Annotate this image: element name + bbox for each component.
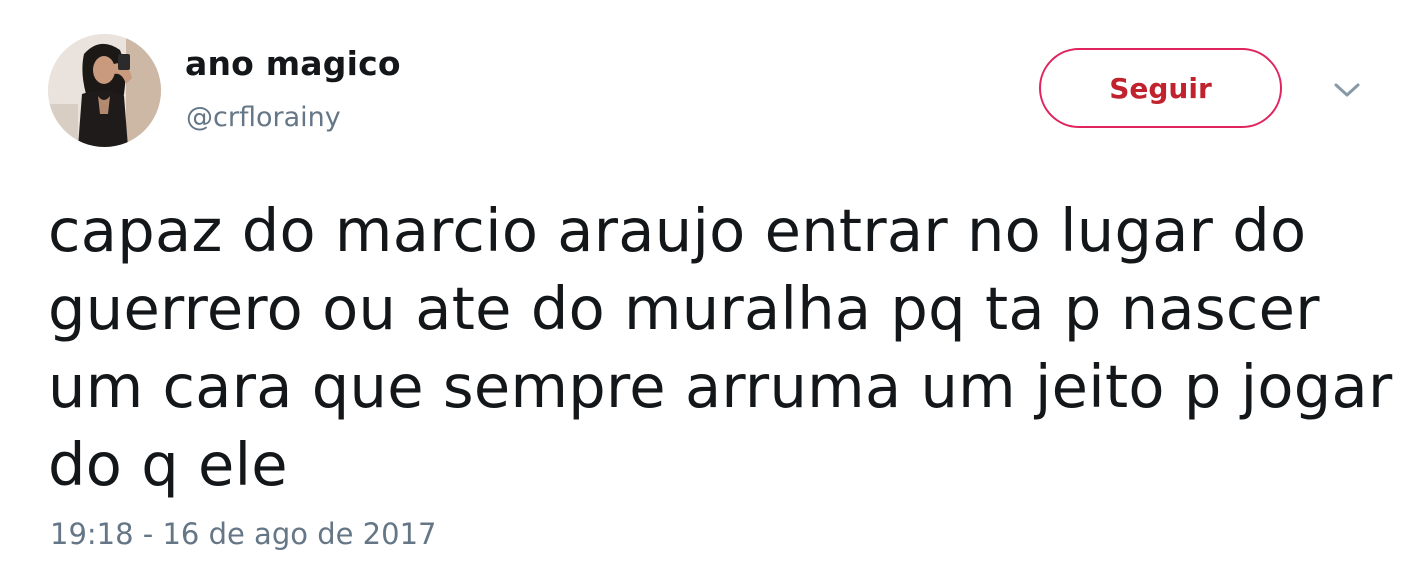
- tweet-text-line: um cara que sempre arruma um jeito p jog…: [48, 352, 1393, 421]
- follow-button-label: Seguir: [1109, 71, 1212, 105]
- author-handle[interactable]: @crflorainy: [186, 102, 341, 133]
- tweet-text-line: guerrero ou ate do muralha pq ta p nasce…: [48, 274, 1320, 343]
- chevron-down-icon[interactable]: [1330, 78, 1364, 102]
- author-display-name[interactable]: ano magico: [185, 44, 401, 83]
- tweet-timestamp[interactable]: 19:18 - 16 de ago de 2017: [50, 517, 436, 551]
- follow-button[interactable]: Seguir: [1039, 48, 1282, 128]
- profile-photo-image: [48, 34, 161, 147]
- tweet-card: ano magico @crflorainy Seguir capaz do m…: [0, 0, 1413, 575]
- tweet-text-line: do q ele: [48, 430, 288, 499]
- tweet-text: capaz do marcio araujo entrar no lugar d…: [48, 192, 1393, 504]
- tweet-text-line: capaz do marcio araujo entrar no lugar d…: [48, 196, 1307, 265]
- avatar[interactable]: [48, 34, 161, 147]
